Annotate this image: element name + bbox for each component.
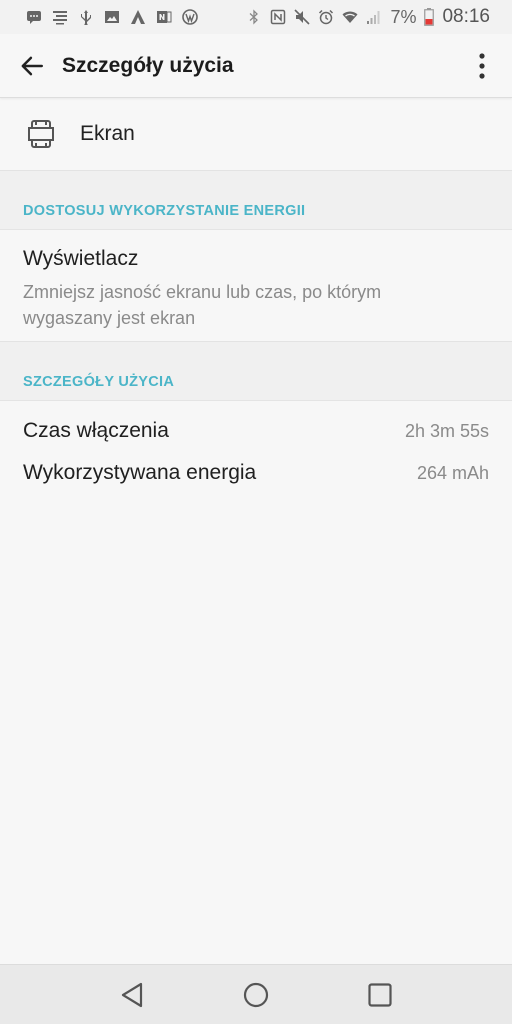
navigation-bar [0,964,512,1024]
usage-label: Wykorzystywana energia [23,461,257,484]
app-a-icon [130,9,146,25]
back-triangle-icon [121,982,143,1007]
more-vert-icon [479,52,485,79]
usage-value: 264 mAh [416,462,489,483]
system-icons: 7% 08:16 [246,6,512,28]
back-button[interactable] [12,46,52,86]
onenote-icon [156,9,172,25]
gallery-icon [104,9,120,25]
usage-row-time-on: Czas włączenia 2h 3m 55s [0,411,512,451]
section-header-energy: DOSTOSUJ WYKORZYSTANIE ENERGII [0,171,512,230]
display-setting-item[interactable]: Wyświetlacz Zmniejsz jasność ekranu lub … [0,231,512,342]
wifi-icon [342,9,358,25]
notes-icon [52,9,68,25]
app-usage-header: Ekran [0,98,512,171]
section-header-label: DOSTOSUJ WYKORZYSTANIE ENERGII [23,203,306,219]
battery-percent: 7% [390,6,417,27]
usage-row-energy: Wykorzystywana energia 264 mAh [0,453,512,493]
nav-back-button[interactable] [110,973,154,1017]
section-header-usage: SZCZEGÓŁY UŻYCIA [0,342,512,401]
signal-icon [366,9,382,25]
usage-value: 2h 3m 55s [404,420,489,441]
screen-icon [26,119,56,149]
status-bar: 7% 08:16 [0,0,512,34]
page-title: Szczegóły użycia [62,53,234,77]
display-setting-title: Wyświetlacz [23,247,139,270]
wordpress-icon [182,9,198,25]
clock: 08:16 [442,6,490,27]
alarm-icon [318,9,334,25]
mute-icon [294,9,311,25]
messages-icon [26,9,42,25]
home-circle-icon [243,982,269,1007]
bluetooth-icon [246,9,262,25]
app-bar: Szczegóły użycia [0,34,512,98]
arrow-back-icon [21,56,43,75]
nav-home-button[interactable] [234,973,278,1017]
display-setting-summary: Zmniejsz jasność ekranu lub czas, po któ… [23,282,382,328]
battery-icon [424,8,435,26]
usb-icon [78,9,94,25]
app-name: Ekran [80,122,135,145]
more-options-button[interactable] [470,46,494,86]
recents-square-icon [368,982,392,1007]
section-header-label: SZCZEGÓŁY UŻYCIA [23,374,175,390]
nav-recents-button[interactable] [358,973,402,1017]
notification-icons [0,9,198,25]
usage-label: Czas włączenia [23,419,169,442]
nfc-icon [270,9,286,25]
